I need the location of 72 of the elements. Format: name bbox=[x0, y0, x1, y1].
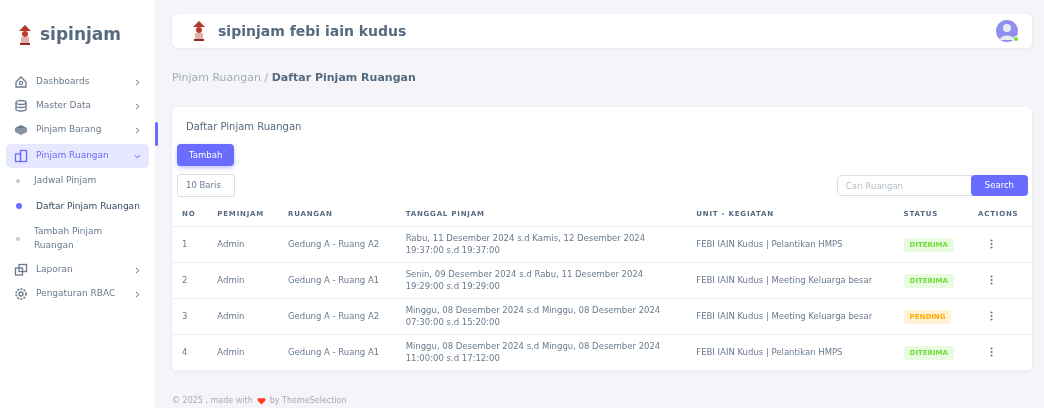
menu-label: Pinjam Barang bbox=[36, 123, 102, 137]
brand-name: sipinjam bbox=[40, 23, 122, 47]
chevron-right-icon bbox=[134, 290, 141, 298]
submenu-item[interactable]: Tambah Pinjam Ruangan bbox=[0, 219, 155, 258]
chevron-right-icon bbox=[134, 102, 141, 110]
home-icon bbox=[14, 75, 28, 89]
add-button[interactable]: Tambah bbox=[177, 143, 235, 167]
table-cell: FEBI IAIN Kudus | Meeting Keluarga besar bbox=[686, 298, 894, 334]
submenu-label: Tambah Pinjam Ruangan bbox=[34, 225, 104, 252]
table-cell: Senin, 09 Desember 2024 s.d Rabu, 11 Desember 2024 19:29:00 s.d 19:29:00 bbox=[395, 262, 687, 298]
menu-label: Pinjam Ruangan bbox=[36, 149, 109, 163]
submenu-label: Daftar Pinjam Ruangan bbox=[36, 199, 140, 213]
menu-label: Laporan bbox=[36, 263, 73, 277]
table-cell: Admin bbox=[207, 262, 278, 298]
submenu-item[interactable]: Daftar Pinjam Ruangan bbox=[0, 193, 155, 219]
more-vertical-icon bbox=[990, 239, 994, 250]
table-cell: Admin bbox=[207, 298, 278, 334]
menu-item[interactable]: Pinjam Barang bbox=[6, 118, 149, 142]
logo-icon bbox=[192, 20, 206, 42]
table-cell: FEBI IAIN Kudus | Meeting Keluarga besar bbox=[686, 262, 894, 298]
breadcrumb-current: Daftar Pinjam Ruangan bbox=[271, 71, 416, 84]
table-cell: Minggu, 08 Desember 2024 s.d Minggu, 08 Desember 2024 11:00:00 s.d 17:12:00 bbox=[395, 334, 687, 370]
more-vertical-icon bbox=[990, 347, 994, 358]
chevron-right-icon bbox=[134, 266, 141, 274]
menu-label: Master Data bbox=[36, 99, 92, 113]
logo-icon bbox=[18, 24, 32, 46]
footer-text: by ThemeSelection bbox=[269, 394, 347, 407]
bullet-icon bbox=[16, 236, 20, 241]
table-cell: 1 bbox=[172, 226, 208, 262]
table-cell: Admin bbox=[207, 226, 278, 262]
table-cell: 2 bbox=[172, 262, 208, 298]
table-cell: Gedung A - Ruang A2 bbox=[277, 226, 396, 262]
table-cell: Admin bbox=[207, 334, 278, 370]
menu-label: Pengaturan RBAC bbox=[36, 287, 116, 301]
table-cell: Gedung A - Ruang A1 bbox=[277, 334, 396, 370]
bullet-icon bbox=[16, 178, 20, 183]
chevron-down-icon bbox=[134, 152, 141, 160]
chevron-right-icon bbox=[134, 78, 141, 86]
table-cell: Minggu, 08 Desember 2024 s.d Minggu, 08 Desember 2024 07:30:00 s.d 15:20:00 bbox=[395, 298, 687, 334]
search-button[interactable]: Search bbox=[970, 175, 1028, 197]
footer-text: © 2025 , made with bbox=[172, 394, 253, 407]
table-cell: Rabu, 11 Desember 2024 s.d Kamis, 12 Desember 2024 19:37:00 s.d 19:37:00 bbox=[395, 226, 687, 262]
building-icon bbox=[14, 149, 28, 163]
active-indicator bbox=[155, 122, 158, 146]
table-cell: Gedung A - Ruang A2 bbox=[277, 298, 396, 334]
app-title: sipinjam febi iain kudus bbox=[218, 21, 407, 41]
menu-item[interactable]: Dashboards bbox=[6, 70, 149, 94]
more-vertical-icon bbox=[990, 275, 994, 286]
submenu-item[interactable]: Jadwal Pinjam bbox=[0, 168, 155, 194]
gear-icon bbox=[14, 287, 28, 301]
database-icon bbox=[14, 99, 28, 113]
table-cell: FEBI IAIN Kudus | Pelantikan HMPS bbox=[686, 226, 894, 262]
menu-item[interactable]: Laporan bbox=[6, 258, 149, 282]
submenu-label: Jadwal Pinjam bbox=[34, 174, 97, 187]
menu-item[interactable]: Pengaturan RBAC bbox=[6, 282, 149, 306]
table-cell: 4 bbox=[172, 334, 208, 370]
copy-icon bbox=[14, 263, 28, 277]
page-size-select[interactable]: 10 Baris bbox=[177, 174, 235, 197]
menu-item[interactable]: Pinjam Ruangan bbox=[6, 144, 149, 168]
table-cell: 3 bbox=[172, 298, 208, 334]
menu-item[interactable]: Master Data bbox=[6, 94, 149, 118]
heart-icon bbox=[256, 396, 266, 405]
card-title: Daftar Pinjam Ruangan bbox=[185, 119, 303, 134]
search-field[interactable]: Cari Ruangan bbox=[836, 175, 973, 197]
box-icon bbox=[14, 123, 28, 137]
table-cell: FEBI IAIN Kudus | Pelantikan HMPS bbox=[686, 334, 894, 370]
menu-label: Dashboards bbox=[36, 75, 90, 89]
more-vertical-icon bbox=[990, 311, 994, 322]
bullet-icon bbox=[16, 203, 22, 210]
chevron-right-icon bbox=[134, 126, 141, 134]
table-cell: Gedung A - Ruang A1 bbox=[277, 262, 396, 298]
avatar[interactable] bbox=[996, 20, 1018, 42]
